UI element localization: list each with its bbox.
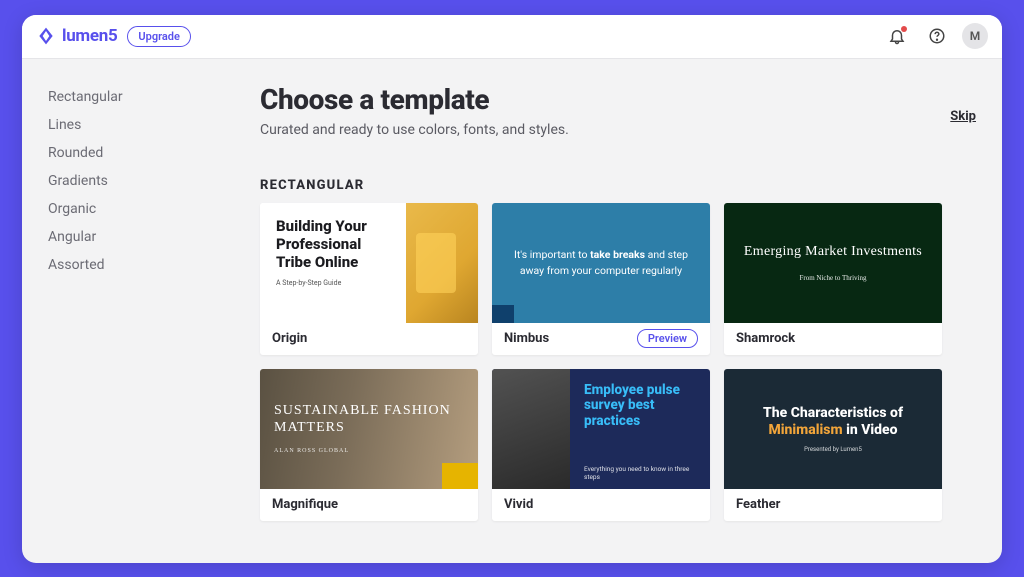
card-footer: Feather — [724, 489, 942, 521]
template-card-shamrock[interactable]: Emerging Market Investments From Niche t… — [724, 203, 942, 355]
preview-text-accent: Minimalism — [768, 422, 842, 438]
preview-headline: Emerging Market Investments — [744, 244, 922, 260]
template-name: Origin — [272, 331, 307, 346]
preview-headline: SUSTAINABLE FASHION MATTERS — [274, 403, 478, 437]
app-surface: lumen5 Upgrade M Rectangular Lines Round… — [22, 15, 1002, 563]
sidebar: Rectangular Lines Rounded Gradients Orga… — [22, 59, 232, 563]
sidebar-item-assorted[interactable]: Assorted — [48, 257, 232, 273]
template-name: Shamrock — [736, 331, 795, 346]
brand-logo[interactable]: lumen5 — [36, 26, 117, 46]
template-row: Building Your Professional Tribe Online … — [260, 203, 978, 355]
card-footer: Origin — [260, 323, 478, 355]
brand-name: lumen5 — [62, 26, 117, 46]
preview-text-a: It's important to — [514, 248, 588, 261]
preview-subline: A Step-by-Step Guide — [276, 279, 396, 287]
card-footer: Vivid — [492, 489, 710, 521]
template-row: SUSTAINABLE FASHION MATTERS ALAN ROSS GL… — [260, 369, 978, 521]
main-pane: Skip Choose a template Curated and ready… — [232, 59, 1002, 563]
template-preview: Employee pulse survey best practices Eve… — [492, 369, 710, 489]
template-preview: SUSTAINABLE FASHION MATTERS ALAN ROSS GL… — [260, 369, 478, 489]
category-label: Rectangular — [260, 178, 978, 193]
preview-subline: Presented by Lumen5 — [804, 446, 862, 453]
sidebar-item-organic[interactable]: Organic — [48, 201, 232, 217]
preview-button[interactable]: Preview — [637, 329, 698, 348]
body-area: Rectangular Lines Rounded Gradients Orga… — [22, 59, 1002, 563]
help-icon — [928, 27, 946, 45]
template-name: Magnifique — [272, 497, 338, 512]
preview-accent — [492, 305, 514, 323]
notifications-button[interactable] — [882, 21, 912, 51]
notification-dot — [901, 26, 907, 32]
page-subtitle: Curated and ready to use colors, fonts, … — [260, 122, 978, 138]
sidebar-item-rectangular[interactable]: Rectangular — [48, 89, 232, 105]
sidebar-item-angular[interactable]: Angular — [48, 229, 232, 245]
template-card-origin[interactable]: Building Your Professional Tribe Online … — [260, 203, 478, 355]
preview-subline: ALAN ROSS GLOBAL — [274, 448, 478, 454]
template-preview: Emerging Market Investments From Niche t… — [724, 203, 942, 323]
brand-icon — [36, 26, 56, 46]
template-name: Nimbus — [504, 331, 549, 346]
preview-headline: The Characteristics of Minimalism in Vid… — [763, 405, 903, 440]
preview-text-a: The Characteristics of — [763, 405, 903, 421]
preview-subline: From Niche to Thriving — [800, 274, 867, 282]
template-card-nimbus[interactable]: It's important to take breaks and step a… — [492, 203, 710, 355]
skip-link[interactable]: Skip — [950, 109, 976, 124]
preview-image — [492, 369, 570, 489]
topbar: lumen5 Upgrade M — [22, 15, 1002, 59]
preview-headline: Building Your Professional Tribe Online — [276, 217, 396, 271]
preview-subline: Everything you need to know in three ste… — [584, 465, 698, 481]
card-footer: Nimbus Preview — [492, 323, 710, 355]
help-button[interactable] — [922, 21, 952, 51]
page-title: Choose a template — [260, 83, 978, 116]
upgrade-button[interactable]: Upgrade — [127, 26, 190, 47]
template-card-vivid[interactable]: Employee pulse survey best practices Eve… — [492, 369, 710, 521]
template-preview: Building Your Professional Tribe Online … — [260, 203, 478, 323]
sidebar-item-gradients[interactable]: Gradients — [48, 173, 232, 189]
avatar[interactable]: M — [962, 23, 988, 49]
template-card-feather[interactable]: The Characteristics of Minimalism in Vid… — [724, 369, 942, 521]
template-name: Feather — [736, 497, 780, 512]
preview-headline: Employee pulse survey best practices — [584, 383, 698, 430]
preview-text-b: in Video — [846, 422, 897, 438]
sidebar-item-rounded[interactable]: Rounded — [48, 145, 232, 161]
preview-text: It's important to take breaks and step a… — [512, 247, 690, 279]
template-preview: It's important to take breaks and step a… — [492, 203, 710, 323]
sidebar-item-lines[interactable]: Lines — [48, 117, 232, 133]
template-card-magnifique[interactable]: SUSTAINABLE FASHION MATTERS ALAN ROSS GL… — [260, 369, 478, 521]
preview-text-bold: take breaks — [590, 248, 645, 261]
card-footer: Magnifique — [260, 489, 478, 521]
card-footer: Shamrock — [724, 323, 942, 355]
preview-image — [406, 203, 478, 323]
template-preview: The Characteristics of Minimalism in Vid… — [724, 369, 942, 489]
template-name: Vivid — [504, 497, 533, 512]
